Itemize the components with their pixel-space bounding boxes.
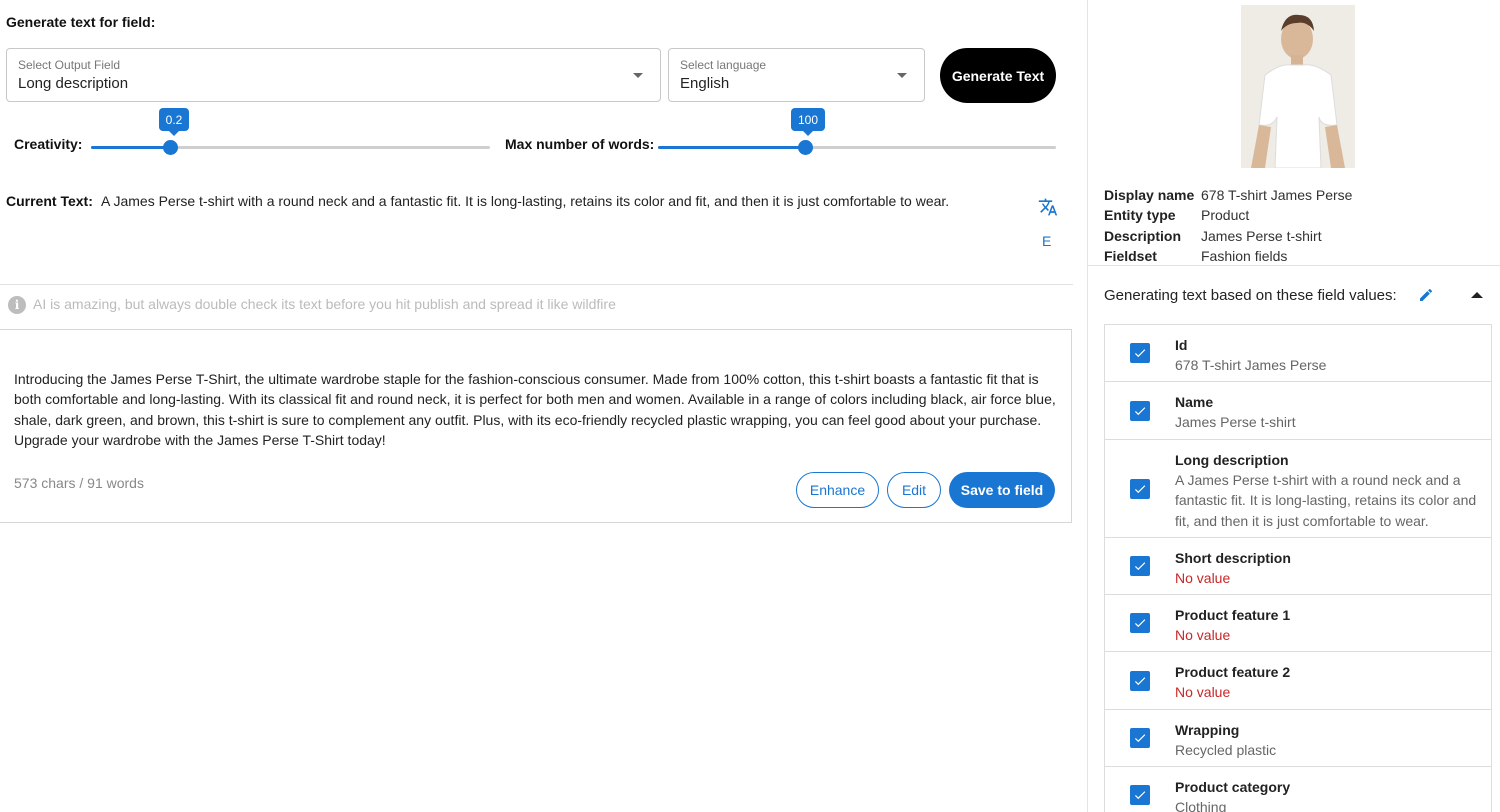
current-text-label: Current Text: [6,193,93,209]
edit-button[interactable]: Edit [887,472,941,508]
caret-down-icon [633,73,643,78]
current-text: A James Perse t-shirt with a round neck … [101,193,950,209]
char-word-counter: 573 chars / 91 words [14,475,144,491]
prop-description: Description James Perse t-shirt [1104,227,1322,244]
checkbox-checked-icon[interactable] [1130,670,1150,691]
output-field-value: Long description [18,75,129,92]
checkbox-checked-icon[interactable] [1130,343,1150,363]
info-icon: i [8,296,26,314]
collapse-up-icon[interactable] [1471,292,1483,298]
language-label: Select language [680,58,767,72]
divider [1088,265,1500,266]
max-words-slider-track[interactable] [658,146,1056,149]
page-title: Generate text for field: [6,14,156,30]
field-item-wrapping: Wrapping Recycled plastic [1105,710,1491,767]
product-image [1241,5,1355,168]
creativity-value-bubble: 0.2 [159,108,189,136]
generated-result-card: Introducing the James Perse T-Shirt, the… [0,329,1072,523]
creativity-slider-fill [91,146,171,149]
max-words-slider-thumb[interactable] [798,140,813,155]
field-item-product-feature-2: Product feature 2 No value [1105,652,1491,710]
field-item-product-feature-1: Product feature 1 No value [1105,595,1491,652]
checkbox-checked-icon[interactable] [1130,556,1150,576]
field-item-short-description: Short description No value [1105,538,1491,595]
generate-text-button[interactable]: Generate Text [940,48,1056,103]
field-item-id: Id 678 T-shirt James Perse [1105,325,1491,382]
output-field-select[interactable]: Select Output Field Long description [6,48,661,102]
max-words-label: Max number of words: [505,136,655,152]
prop-fieldset: Fieldset Fashion fields [1104,248,1288,265]
generator-panel: Generate text for field: Select Output F… [0,0,1087,812]
checkbox-checked-icon[interactable] [1130,728,1150,748]
field-item-name: Name James Perse t-shirt [1105,382,1491,440]
divider [0,284,1073,285]
checkbox-checked-icon[interactable] [1130,478,1150,499]
language-value: English [680,75,730,92]
caret-down-icon [897,73,907,78]
prop-entity-type: Entity type Product [1104,207,1250,224]
info-disclaimer: AI is amazing, but always double check i… [33,296,616,312]
generated-text: Introducing the James Perse T-Shirt, the… [14,371,1056,448]
output-field-label: Select Output Field [18,58,121,72]
creativity-slider-thumb[interactable] [163,140,178,155]
field-values-list: Id 678 T-shirt James Perse Name James Pe… [1104,324,1492,812]
prop-display-name: Display name 678 T-shirt James Perse [1104,187,1353,204]
field-item-product-category: Product category Clothing [1105,767,1491,812]
max-words-slider-fill [658,146,807,149]
creativity-label: Creativity: [14,136,83,152]
field-item-long-description: Long description A James Perse t-shirt w… [1105,440,1491,538]
enhance-button[interactable]: Enhance [796,472,879,508]
checkbox-checked-icon[interactable] [1130,400,1150,421]
translate-icon[interactable] [1038,197,1058,217]
generating-fields-title: Generating text based on these field val… [1104,287,1397,304]
language-select[interactable]: Select language English [668,48,925,102]
e-toggle-icon[interactable]: E [1042,233,1051,249]
max-words-value-bubble: 100 [791,108,825,136]
entity-panel: Display name 678 T-shirt James Perse Ent… [1087,0,1500,812]
entity-properties: Display name 678 T-shirt James Perse Ent… [1104,185,1352,266]
creativity-slider-track[interactable] [91,146,490,149]
pencil-icon[interactable] [1418,287,1434,303]
save-to-field-button[interactable]: Save to field [949,472,1055,508]
checkbox-checked-icon[interactable] [1130,613,1150,633]
checkbox-checked-icon[interactable] [1130,785,1150,805]
